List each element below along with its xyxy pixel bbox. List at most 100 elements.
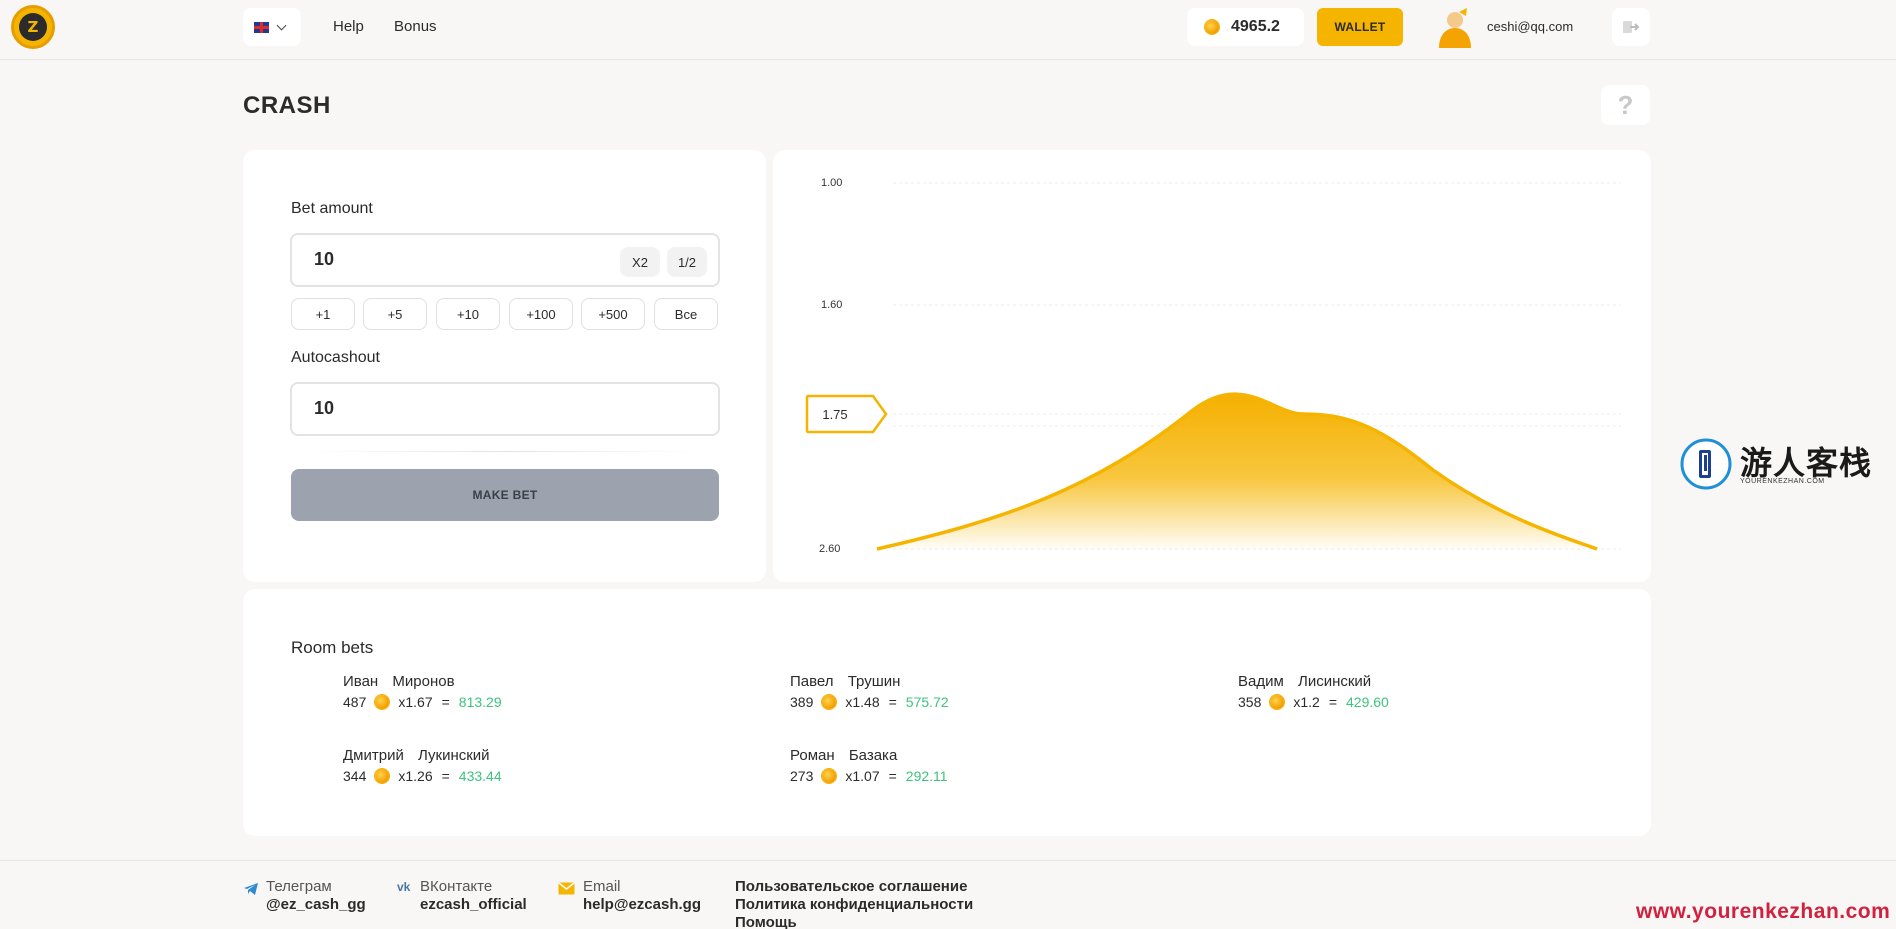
bet-details: 344 x1.26 = 433.44: [343, 768, 502, 784]
make-bet-button[interactable]: MAKE BET: [291, 469, 719, 521]
language-selector[interactable]: [243, 8, 301, 46]
half-button[interactable]: 1/2: [667, 247, 707, 277]
logout-button[interactable]: [1612, 8, 1650, 46]
bet-amount: 358: [1238, 694, 1262, 710]
player-last-name: Лисинский: [1297, 673, 1372, 690]
bet-amount-input[interactable]: 10 X2 1/2: [290, 233, 720, 287]
coin-icon: [822, 695, 837, 709]
bet-win: 813.29: [458, 694, 502, 710]
page-title: CRASH: [243, 92, 331, 119]
bet-details: 487 x1.67 = 813.29: [343, 694, 502, 710]
divider: [311, 451, 699, 452]
logout-icon: [1623, 21, 1640, 33]
bet-win: 575.72: [905, 694, 949, 710]
chevron-down-icon: [276, 20, 287, 30]
terms-link[interactable]: Пользовательское соглашение: [735, 878, 967, 895]
autocashout-value: 10: [314, 398, 335, 418]
player-last-name: Миронов: [392, 673, 455, 690]
bet-multiplier: x1.48: [845, 694, 880, 710]
bet-details: 358 x1.2 = 429.60: [1238, 694, 1389, 710]
help-button[interactable]: ?: [1601, 85, 1650, 125]
y-tick-label: 2.60: [819, 543, 840, 555]
watermark-logo: [1680, 438, 1732, 490]
coin-icon: [822, 769, 837, 783]
quick-add-1-button[interactable]: +1: [291, 298, 355, 330]
question-icon: ?: [1617, 89, 1634, 120]
watermark-text-en: YOURENKEZHAN.COM: [1740, 478, 1825, 485]
quick-add-5-button[interactable]: +5: [363, 298, 427, 330]
coin-icon: [375, 769, 390, 783]
bet-multiplier: x1.67: [398, 694, 433, 710]
bet-amount: 389: [790, 694, 814, 710]
telegram-link[interactable]: @ez_cash_gg: [266, 896, 366, 913]
bet-amount-label: Bet amount: [291, 200, 373, 217]
curve-fill: [877, 394, 1597, 549]
bet-amount: 487: [343, 694, 367, 710]
balance-display: 4965.2: [1187, 8, 1304, 46]
autocashout-label: Autocashout: [291, 349, 380, 366]
telegram-icon: [244, 883, 258, 895]
bet-win: 429.60: [1346, 694, 1389, 710]
vk-icon: vk: [397, 880, 411, 894]
autocashout-input[interactable]: 10: [290, 382, 720, 436]
player-last-name: Лукинский: [418, 747, 490, 764]
bet-details: 273 x1.07 = 292.11: [790, 768, 948, 784]
player-first-name: Иван: [343, 673, 379, 690]
player-name: Павел Трушин: [790, 673, 900, 690]
equals-sign: =: [888, 694, 897, 710]
logo-mark: Z: [19, 13, 47, 41]
email-label: Email: [583, 878, 621, 895]
vk-link[interactable]: ezcash_official: [420, 896, 527, 913]
nav-bonus-link[interactable]: Bonus: [394, 18, 437, 35]
player-name: Дмитрий Лукинский: [343, 747, 490, 764]
player-name: Роман Базака: [790, 747, 897, 764]
double-button[interactable]: X2: [620, 247, 660, 277]
room-bets-title: Room bets: [291, 638, 374, 657]
help-link[interactable]: Помощь: [735, 914, 797, 929]
bet-multiplier: x1.2: [1293, 694, 1320, 710]
vk-label: ВКонтакте: [420, 878, 493, 895]
y-tick-label: 1.60: [821, 299, 842, 311]
watermark-url: www.yourenkezhan.com: [1636, 900, 1891, 923]
quick-add-all-button[interactable]: Все: [654, 298, 718, 330]
current-multiplier-value: 1.75: [822, 407, 847, 422]
user-email[interactable]: ceshi@qq.com: [1487, 19, 1573, 34]
bet-details: 389 x1.48 = 575.72: [790, 694, 949, 710]
quick-add-500-button[interactable]: +500: [581, 298, 645, 330]
wallet-button[interactable]: WALLET: [1317, 8, 1403, 46]
bet-win: 292.11: [905, 768, 948, 784]
email-icon: [558, 882, 575, 895]
avatar[interactable]: [1433, 6, 1475, 48]
bet-multiplier: x1.07: [845, 768, 880, 784]
equals-sign: =: [1328, 694, 1338, 710]
privacy-link[interactable]: Политика конфиденциальности: [735, 896, 973, 913]
player-last-name: Трушин: [847, 673, 901, 690]
bet-amount: 344: [343, 768, 367, 784]
player-last-name: Базака: [848, 747, 898, 764]
player-first-name: Павел: [790, 673, 834, 690]
top-header: Z Help Bonus 4965.2 WALLET ceshi@qq.com: [0, 0, 1896, 60]
player-first-name: Вадим: [1238, 673, 1284, 690]
coin-icon: [1205, 20, 1219, 34]
y-tick-label: 1.00: [821, 177, 842, 189]
player-name: Иван Миронов: [343, 673, 455, 690]
bet-multiplier: x1.26: [398, 768, 433, 784]
bet-amount-value: 10: [314, 249, 335, 269]
site-logo[interactable]: Z: [11, 5, 55, 49]
nav-help-link[interactable]: Help: [333, 18, 364, 35]
uk-flag-icon: [254, 21, 269, 33]
quick-add-100-button[interactable]: +100: [509, 298, 573, 330]
telegram-label: Телеграм: [266, 878, 332, 895]
balance-value: 4965.2: [1231, 18, 1280, 35]
quick-add-10-button[interactable]: +10: [436, 298, 500, 330]
equals-sign: =: [441, 694, 450, 710]
player-name: Вадим Лисинский: [1238, 673, 1371, 690]
bet-amount: 273: [790, 768, 814, 784]
coin-icon: [1270, 695, 1285, 709]
email-link[interactable]: help@ezcash.gg: [583, 896, 701, 913]
equals-sign: =: [441, 768, 450, 784]
room-bets-panel: [243, 589, 1651, 836]
player-first-name: Дмитрий: [343, 747, 404, 764]
crash-chart: 1.00 1.60 2.60 1.75: [805, 177, 1621, 555]
coin-icon: [375, 695, 390, 709]
